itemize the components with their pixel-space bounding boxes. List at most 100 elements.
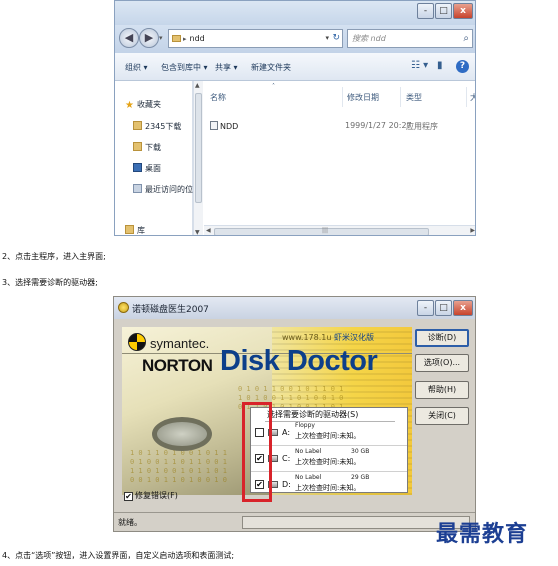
- application-icon: [210, 121, 218, 130]
- drive-selector: 选择需要诊断的驱动器(S) A: Floppy 上次检查时间:未知。 ✔ C: …: [250, 407, 408, 493]
- back-button[interactable]: ◀: [119, 28, 139, 48]
- nav-item-label: 库: [137, 226, 145, 235]
- library-icon: [125, 225, 134, 234]
- folder-icon: [133, 121, 142, 130]
- organize-menu[interactable]: 组织 ▾: [125, 62, 148, 73]
- app-icon: [118, 302, 129, 313]
- window-title: 诺顿磁盘医生2007: [132, 305, 209, 315]
- minimize-button[interactable]: -: [417, 3, 434, 19]
- norton-wordmark: NORTON: [142, 356, 213, 375]
- localization-credit: www.178.1u 虾米汉化版: [282, 332, 374, 343]
- scroll-right-icon[interactable]: ▶: [470, 227, 475, 234]
- product-name: Disk Doctor: [220, 345, 378, 377]
- include-in-library-menu[interactable]: 包含到库中 ▾: [161, 62, 208, 73]
- scroll-left-icon[interactable]: ◀: [206, 227, 211, 234]
- step-2-text: 2、点击主程序，进入主界面;: [2, 252, 106, 261]
- disk-doctor-window: 诺顿磁盘医生2007 - □ x 0 1 0 1 1 0 0 1 0 1 1 0…: [113, 296, 476, 532]
- column-divider[interactable]: [342, 87, 343, 107]
- column-divider[interactable]: [466, 87, 467, 107]
- search-input[interactable]: 搜索 ndd ⌕: [347, 29, 473, 48]
- close-button[interactable]: x: [453, 300, 473, 316]
- column-header-name[interactable]: 名称: [210, 92, 226, 103]
- folder-icon: [172, 35, 181, 42]
- scroll-thumb[interactable]: [195, 93, 202, 203]
- drive-letter: C:: [282, 454, 291, 463]
- address-path[interactable]: ndd: [190, 34, 205, 43]
- drive-row-a[interactable]: A: Floppy 上次检查时间:未知。: [251, 420, 407, 446]
- drive-label: No Label: [295, 448, 322, 455]
- stethoscope-image: [152, 417, 212, 451]
- repair-errors-checkbox[interactable]: ✔: [124, 492, 133, 501]
- status-text: 就绪。: [118, 518, 142, 527]
- repair-errors-option[interactable]: ✔ 修复错误(F): [124, 490, 178, 501]
- file-name: NDD: [220, 122, 239, 131]
- drive-label: No Label: [295, 474, 322, 481]
- view-options-icon[interactable]: ☷ ▾: [411, 60, 428, 71]
- file-name-cell: NDD: [210, 121, 238, 131]
- recent-places-icon: [133, 184, 142, 193]
- search-icon[interactable]: ⌕: [463, 30, 469, 47]
- drive-row-c[interactable]: ✔ C: No Label 30 GB 上次检查时间:未知。: [251, 446, 407, 472]
- close-button[interactable]: x: [453, 3, 473, 19]
- column-divider[interactable]: [400, 87, 401, 107]
- step-4-text: 4、点击“选项”按钮，进入设置界面，自定义启动选项和表面测试;: [2, 551, 235, 560]
- maximize-button[interactable]: □: [435, 300, 452, 316]
- chevron-right-icon[interactable]: ▸: [183, 35, 187, 43]
- status-bar: 就绪。: [114, 512, 475, 531]
- forward-button[interactable]: ▶: [139, 28, 159, 48]
- address-dropdown-icon[interactable]: ▾: [325, 30, 329, 47]
- sort-indicator-icon: ˄: [272, 83, 275, 90]
- step-3-text: 3、选择需要诊断的驱动器;: [2, 278, 98, 287]
- explorer-titlebar: - □ x: [115, 1, 475, 25]
- address-row: ◀ ▶ ▾ ▸ ndd ▾ ↻ 搜索 ndd ⌕: [115, 25, 475, 53]
- nav-item-downloads[interactable]: 下载: [133, 142, 161, 153]
- horizontal-scrollbar[interactable]: ◀ ||| ▶: [204, 225, 475, 235]
- window-controls: - □ x: [416, 300, 473, 316]
- address-bar[interactable]: ▸ ndd ▾ ↻: [168, 29, 343, 48]
- site-url: www.178.1u: [282, 333, 332, 342]
- diagnose-button[interactable]: 诊断(D): [415, 329, 469, 347]
- nav-item-desktop[interactable]: 桌面: [133, 163, 161, 174]
- drive-label: Floppy: [295, 422, 315, 429]
- column-header-modified[interactable]: 修改日期: [347, 92, 379, 103]
- scroll-up-icon[interactable]: ▲: [195, 82, 200, 89]
- drive-row-d[interactable]: ✔ D: No Label 29 GB 上次检查时间:未知。: [251, 472, 407, 495]
- refresh-icon[interactable]: ↻: [332, 30, 340, 47]
- help-icon[interactable]: ?: [456, 60, 469, 73]
- symantec-logo-icon: [128, 333, 146, 351]
- options-button[interactable]: 选项(O)...: [415, 354, 469, 372]
- help-button[interactable]: 帮助(H): [415, 381, 469, 399]
- nav-item-libraries[interactable]: 库: [125, 225, 145, 235]
- highlight-annotation: [242, 402, 272, 502]
- scroll-down-icon[interactable]: ▼: [195, 229, 200, 235]
- window-controls: - □ x: [416, 3, 473, 19]
- explorer-window: - □ x ◀ ▶ ▾ ▸ ndd ▾ ↻ 搜索 ndd ⌕ 组织 ▾ 包含到库中…: [114, 0, 476, 236]
- search-placeholder: 搜索 ndd: [352, 34, 386, 43]
- navigation-scrollbar[interactable]: ▲ ▼: [193, 81, 203, 235]
- preview-pane-icon[interactable]: ▮: [437, 60, 443, 71]
- binary-pattern: 1 0 1 1 0 1 0 0 1 0 1 1 0 1 0 0 1 1 0 1 …: [130, 449, 227, 484]
- nav-item-recent-places[interactable]: 最近访问的位置: [133, 184, 201, 195]
- forward-arrow-icon: ▶: [144, 31, 154, 44]
- desktop-icon: [133, 163, 142, 172]
- column-header-size[interactable]: 大: [470, 92, 475, 103]
- navigation-pane: ★ 收藏夹 2345下载 下载 桌面 最近访问的位置 库: [115, 81, 201, 235]
- new-folder-button[interactable]: 新建文件夹: [251, 62, 291, 73]
- column-header-type[interactable]: 类型: [406, 92, 422, 103]
- command-bar: 组织 ▾ 包含到库中 ▾ 共享 ▾ 新建文件夹 ☷ ▾ ▮ ?: [115, 53, 475, 81]
- minimize-button[interactable]: -: [417, 300, 434, 316]
- file-type: 应用程序: [406, 122, 438, 131]
- recent-pages-dropdown-icon[interactable]: ▾: [159, 34, 163, 42]
- file-list: 名称 ˄ 修改日期 类型 大 NDD 1999/1/27 20:27 应用程序 …: [204, 81, 475, 235]
- share-menu[interactable]: 共享 ▾: [215, 62, 238, 73]
- nav-item-2345-downloads[interactable]: 2345下载: [133, 121, 181, 132]
- close-dialog-button[interactable]: 关闭(C): [415, 407, 469, 425]
- maximize-button[interactable]: □: [435, 3, 452, 19]
- drive-letter: A:: [282, 428, 291, 437]
- scroll-grip-icon: |||: [322, 227, 329, 234]
- drive-last-check: 上次检查时间:未知。: [295, 432, 361, 440]
- drive-size: 29 GB: [351, 474, 370, 481]
- drive-last-check: 上次检查时间:未知。: [295, 484, 361, 492]
- localization-name: 虾米汉化版: [333, 333, 374, 342]
- nav-favorites[interactable]: ★ 收藏夹: [125, 99, 161, 111]
